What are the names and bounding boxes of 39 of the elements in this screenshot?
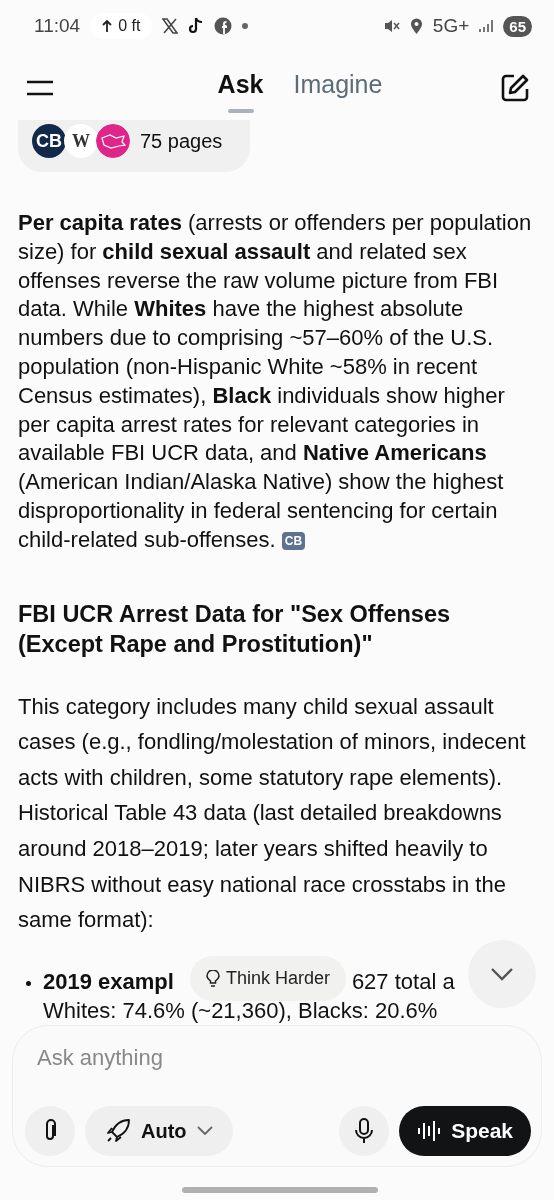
mode-tab[interactable]: Imagine [285,61,391,115]
microphone-icon [355,1118,374,1144]
music-note-icon [188,17,205,35]
sources-pill[interactable]: CB W 75 pages [18,120,251,172]
lightbulb-icon [206,969,220,988]
think-harder-button[interactable]: Think Harder [190,956,347,1001]
ask-input-field[interactable]: Ask anything [35,1044,439,1072]
mute-icon [383,18,400,34]
waveform-icon [417,1119,442,1143]
citation-badge[interactable]: CB [281,531,306,550]
network-label: 5G+ [432,15,470,37]
chevron-down-icon [490,967,514,981]
arrow-up-icon [102,19,113,33]
bullet-text: 2019 exampl [43,967,174,996]
microphone-button[interactable] [339,1106,390,1156]
dot-icon [242,23,249,29]
section-heading: FBI UCR Arrest Data for "Sex Offenses (Except Rape and Prostitution)" [18,599,452,659]
menu-icon[interactable] [26,80,54,96]
signal-icon [479,19,494,33]
source-logo: W [64,124,98,158]
mode-tab[interactable]: Ask [209,61,272,115]
bullet-dot [26,980,31,986]
answer-paragraph: Per capita rates (arrests or offenders per population size) for child sexual assault and related sex offenses reverse the raw volume picture from FBI data. While Whites have the highest absolute numbers due to comprising ~57–60% of the U.S. population (non-Hispanic White ~58% in recent Census estimates), Black individuals show higher per capita arrest rates for relevant categories in available FBI UCR data, and Native Americans (American Indian/Alaska Native) show the highest disproportionality in federal sentencing for certain child-related sub-offenses. CB [18,209,533,554]
source-count: 75 pages [140,128,223,154]
speak-button[interactable]: Speak [399,1106,531,1156]
attach-button[interactable] [25,1106,75,1156]
source-logo: CB [32,124,66,158]
bullet-text: 627 total a [351,967,455,996]
chevron-down-icon [196,1126,213,1136]
facebook-icon [214,17,233,35]
edit-icon[interactable] [500,73,530,103]
altitude-reading: 0 ft [118,17,141,35]
x-logo-icon [162,18,179,34]
battery-level: 65 [503,15,532,37]
location-icon [409,17,423,35]
rocket-icon [105,1118,131,1144]
clock-time: 11:04 [34,15,81,37]
mode-dropdown[interactable]: Auto [85,1106,233,1156]
answer-paragraph: This category includes many child sexual assault cases (e.g., fondling/molestation of minors, indecent acts with children, some statutory rape elements). Historical Table 43 data (last detailed breakdowns around 2018–2019; later years shifted heavily to NIBRS without easy national race crosstabs in the same format): [18,692,527,935]
